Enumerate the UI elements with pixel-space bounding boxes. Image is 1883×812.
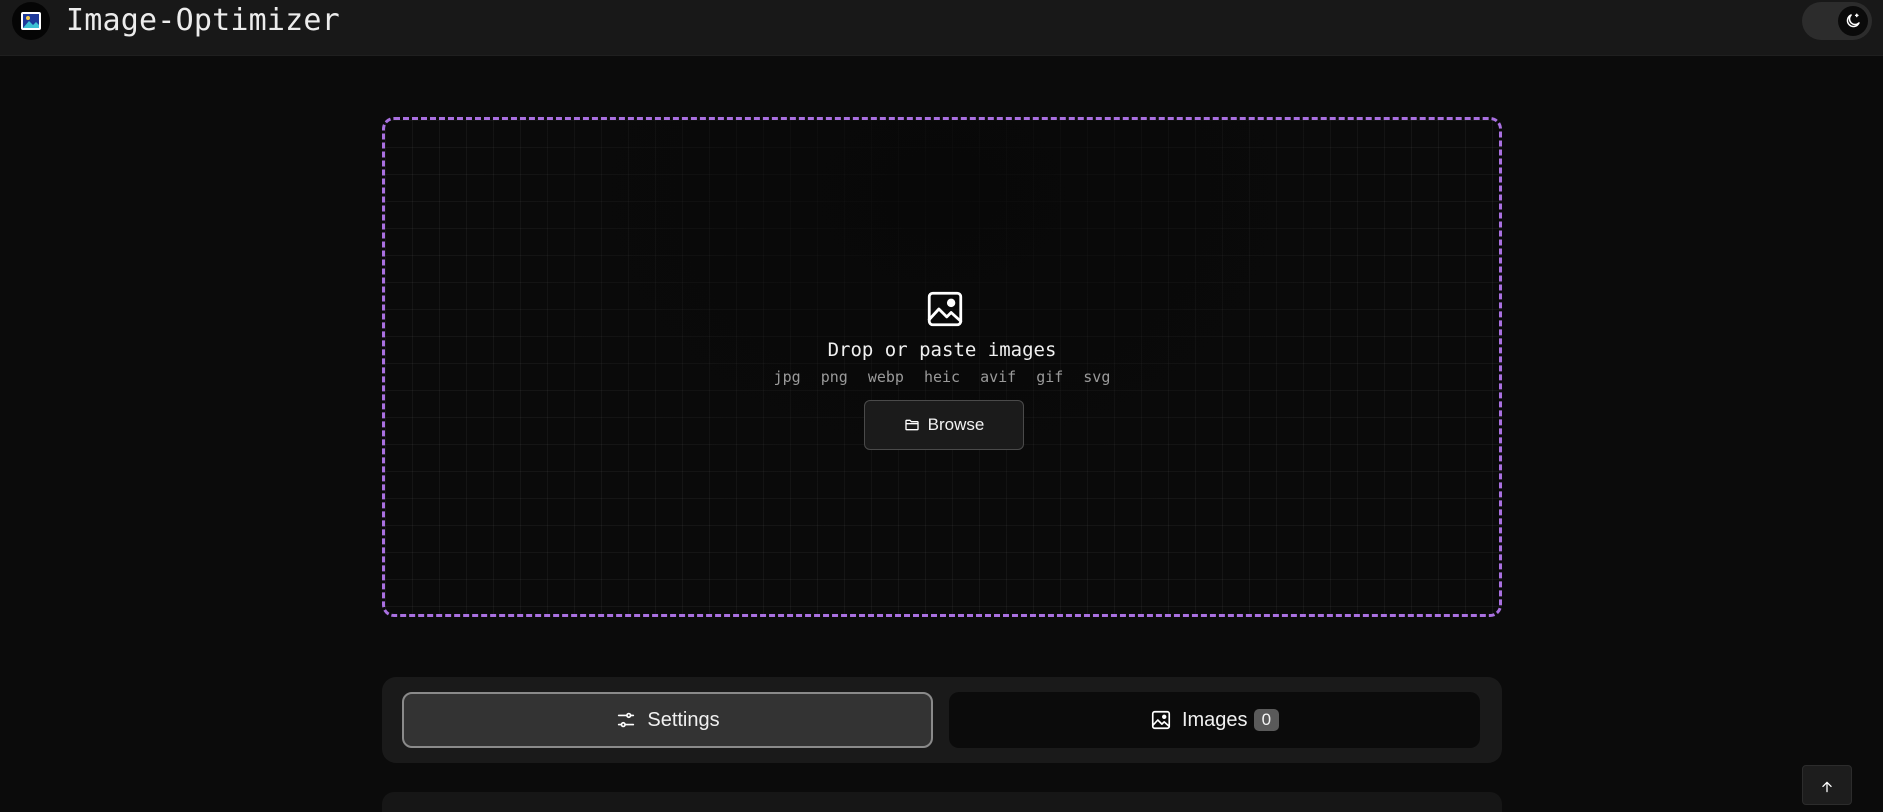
format-label: png (820, 368, 848, 386)
folder-icon (904, 419, 919, 431)
dropzone-shade (385, 120, 1499, 614)
image-dropzone[interactable]: Drop or paste images jpg png webp heic a… (382, 117, 1502, 617)
theme-toggle-knob (1838, 6, 1868, 36)
image-app-logo-icon (21, 12, 41, 30)
supported-formats: jpg png webp heic avif gif svg (385, 368, 1499, 386)
tab-settings[interactable]: Settings (402, 692, 933, 748)
image-icon (927, 291, 963, 327)
tab-settings-label: Settings (647, 708, 720, 731)
theme-toggle[interactable] (1802, 2, 1872, 40)
format-label: jpg (773, 368, 801, 386)
tab-images-label: Images (1181, 708, 1248, 731)
app-title: Image-Optimizer (66, 3, 340, 38)
settings-panel (382, 792, 1502, 812)
browse-button-label: Browse (927, 415, 985, 434)
format-label: webp (867, 368, 904, 386)
image-icon (1151, 710, 1171, 730)
dropzone-title: Drop or paste images (827, 339, 1057, 361)
images-count-badge: 0 (1253, 709, 1280, 731)
browse-button[interactable]: Browse (864, 400, 1024, 450)
format-label: svg (1083, 368, 1111, 386)
scroll-to-top-button[interactable] (1802, 765, 1852, 805)
arrow-up-icon (1822, 781, 1832, 793)
format-label: heic (923, 368, 961, 386)
sliders-icon (618, 712, 635, 728)
tab-bar: Settings Images 0 (382, 677, 1502, 763)
tab-images[interactable]: Images 0 (949, 692, 1480, 748)
app-header: Image-Optimizer (0, 0, 1883, 56)
format-label: gif (1036, 368, 1064, 386)
moon-icon (1846, 13, 1860, 28)
app-logo[interactable] (12, 2, 50, 40)
format-label: avif (980, 368, 1017, 386)
